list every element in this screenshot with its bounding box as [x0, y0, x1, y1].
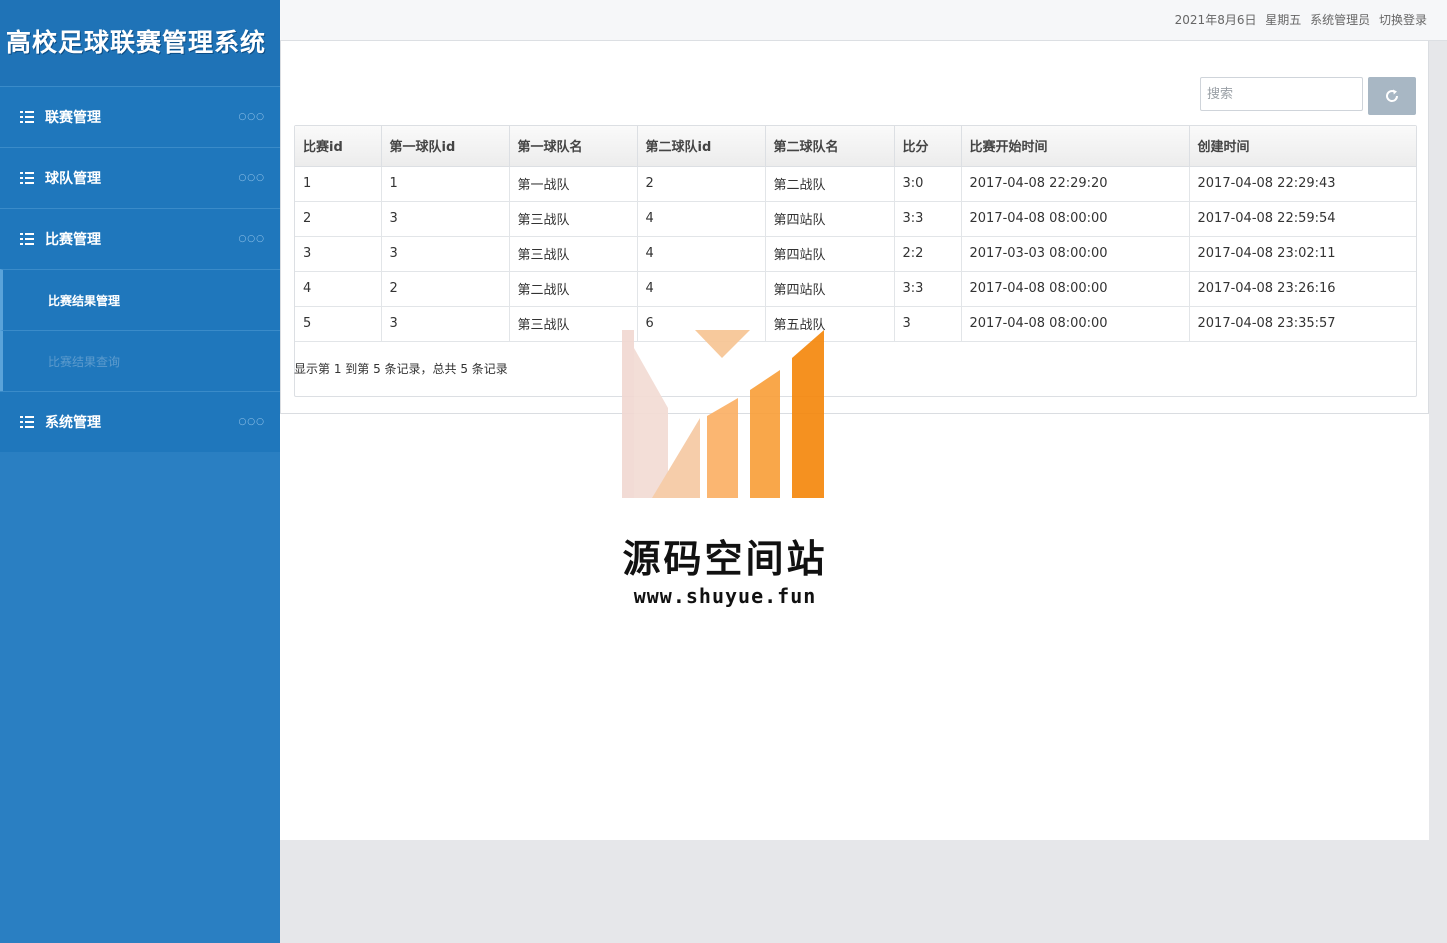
- table-cell: 2017-04-08 23:35:57: [1189, 306, 1416, 342]
- list-icon: [20, 171, 34, 185]
- sidebar-item-league[interactable]: 联赛管理 ○○○: [0, 86, 280, 147]
- table-cell: 2017-03-03 08:00:00: [961, 236, 1190, 272]
- table-cell: 2017-04-08 08:00:00: [961, 201, 1190, 237]
- search-input[interactable]: [1200, 77, 1363, 111]
- column-header[interactable]: 第二球队名: [765, 126, 895, 167]
- table-cell: 第三战队: [509, 236, 638, 272]
- list-icon: [20, 232, 34, 246]
- top-bar: 2021年8月6日 星期五 系统管理员 切换登录: [280, 0, 1447, 41]
- table-cell: 3:3: [894, 201, 962, 237]
- column-header[interactable]: 第二球队id: [637, 126, 766, 167]
- table-cell: 4: [295, 271, 382, 307]
- table-row[interactable]: 5 3 第三战队 6 第五战队 3 2017-04-08 08:00:00 20…: [295, 306, 1416, 342]
- column-header[interactable]: 创建时间: [1189, 126, 1416, 167]
- table-cell: 4: [637, 271, 766, 307]
- switch-login-link[interactable]: 切换登录: [1379, 13, 1427, 27]
- table-cell: 3:0: [894, 166, 962, 202]
- sidebar: 高校足球联赛管理系统 联赛管理 ○○○ 球队管理 ○○○ 比赛管理 ○○○ 比赛…: [0, 0, 280, 943]
- table-cell: 2017-04-08 08:00:00: [961, 306, 1190, 342]
- current-weekday: 星期五: [1265, 13, 1302, 27]
- table-cell: 第二战队: [765, 166, 895, 202]
- table-cell: 2017-04-08 22:59:54: [1189, 201, 1416, 237]
- more-dots-icon: ○○○: [238, 112, 265, 122]
- column-header[interactable]: 比分: [894, 126, 962, 167]
- sidebar-item-label: 比赛管理: [45, 232, 101, 248]
- table-cell: 4: [637, 201, 766, 237]
- sidebar-menu: 联赛管理 ○○○ 球队管理 ○○○ 比赛管理 ○○○ 比赛结果管理 比赛结果查询…: [0, 86, 280, 452]
- table-cell: 第四站队: [765, 236, 895, 272]
- table-cell: 2017-04-08 22:29:20: [961, 166, 1190, 202]
- pagination-info: 显示第 1 到第 5 条记录，总共 5 条记录: [294, 362, 508, 376]
- sidebar-item-label: 联赛管理: [45, 110, 101, 126]
- table-row[interactable]: 2 3 第三战队 4 第四站队 3:3 2017-04-08 08:00:00 …: [295, 201, 1416, 237]
- column-header[interactable]: 比赛id: [295, 126, 382, 167]
- sidebar-item-match[interactable]: 比赛管理 ○○○: [0, 208, 280, 269]
- refresh-icon: [1386, 89, 1399, 102]
- table-row[interactable]: 1 1 第一战队 2 第二战队 3:0 2017-04-08 22:29:20 …: [295, 166, 1416, 202]
- table-header-row: 比赛id 第一球队id 第一球队名 第二球队id 第二球队名 比分 比赛开始时间…: [295, 126, 1416, 167]
- table-cell: 3: [381, 306, 510, 342]
- table-cell: 第四站队: [765, 201, 895, 237]
- more-dots-icon: ○○○: [238, 417, 265, 427]
- match-result-panel: 比赛id 第一球队id 第一球队名 第二球队id 第二球队名 比分 比赛开始时间…: [280, 41, 1429, 414]
- list-icon: [20, 415, 34, 429]
- table-cell: 第三战队: [509, 201, 638, 237]
- sidebar-item-label: 球队管理: [45, 171, 101, 187]
- refresh-button[interactable]: [1368, 77, 1416, 115]
- table-row[interactable]: 4 2 第二战队 4 第四站队 3:3 2017-04-08 08:00:00 …: [295, 271, 1416, 307]
- table-cell: 第二战队: [509, 271, 638, 307]
- table-cell: 第三战队: [509, 306, 638, 342]
- table-cell: 2: [381, 271, 510, 307]
- more-dots-icon: ○○○: [238, 234, 265, 244]
- sidebar-item-system[interactable]: 系统管理 ○○○: [0, 391, 280, 452]
- table-cell: 2: [637, 166, 766, 202]
- sidebar-item-team[interactable]: 球队管理 ○○○: [0, 147, 280, 208]
- top-bar-info: 2021年8月6日 星期五 系统管理员 切换登录: [1170, 0, 1427, 41]
- sidebar-subitem-match-result-manage[interactable]: 比赛结果管理: [0, 269, 280, 330]
- column-header[interactable]: 比赛开始时间: [961, 126, 1190, 167]
- table-cell: 3: [295, 236, 382, 272]
- column-header[interactable]: 第一球队id: [381, 126, 510, 167]
- table-cell: 2017-04-08 22:29:43: [1189, 166, 1416, 202]
- table-cell: 1: [295, 166, 382, 202]
- table-cell: 2017-04-08 08:00:00: [961, 271, 1190, 307]
- table-cell: 第五战队: [765, 306, 895, 342]
- table-row[interactable]: 3 3 第三战队 4 第四站队 2:2 2017-03-03 08:00:00 …: [295, 236, 1416, 272]
- table-cell: 2:2: [894, 236, 962, 272]
- table-cell: 5: [295, 306, 382, 342]
- list-icon: [20, 110, 34, 124]
- main-content: 比赛id 第一球队id 第一球队名 第二球队id 第二球队名 比分 比赛开始时间…: [280, 41, 1429, 840]
- current-date: 2021年8月6日: [1174, 13, 1257, 27]
- sidebar-item-label: 系统管理: [45, 415, 101, 431]
- table-cell: 第四站队: [765, 271, 895, 307]
- table-cell: 3: [381, 236, 510, 272]
- current-user: 系统管理员: [1310, 13, 1371, 27]
- table-cell: 4: [637, 236, 766, 272]
- table-cell: 2017-04-08 23:26:16: [1189, 271, 1416, 307]
- table-cell: 2017-04-08 23:02:11: [1189, 236, 1416, 272]
- table-cell: 1: [381, 166, 510, 202]
- results-table-container: 比赛id 第一球队id 第一球队名 第二球队id 第二球队名 比分 比赛开始时间…: [294, 125, 1417, 397]
- table-cell: 6: [637, 306, 766, 342]
- table-cell: 3: [894, 306, 962, 342]
- sidebar-subitem-match-result-query[interactable]: 比赛结果查询: [0, 330, 280, 391]
- table-cell: 2: [295, 201, 382, 237]
- column-header[interactable]: 第一球队名: [509, 126, 638, 167]
- app-title: 高校足球联赛管理系统: [0, 0, 280, 86]
- table-cell: 3:3: [894, 271, 962, 307]
- more-dots-icon: ○○○: [238, 173, 265, 183]
- results-table: 比赛id 第一球队id 第一球队名 第二球队id 第二球队名 比分 比赛开始时间…: [295, 126, 1416, 342]
- table-cell: 3: [381, 201, 510, 237]
- table-cell: 第一战队: [509, 166, 638, 202]
